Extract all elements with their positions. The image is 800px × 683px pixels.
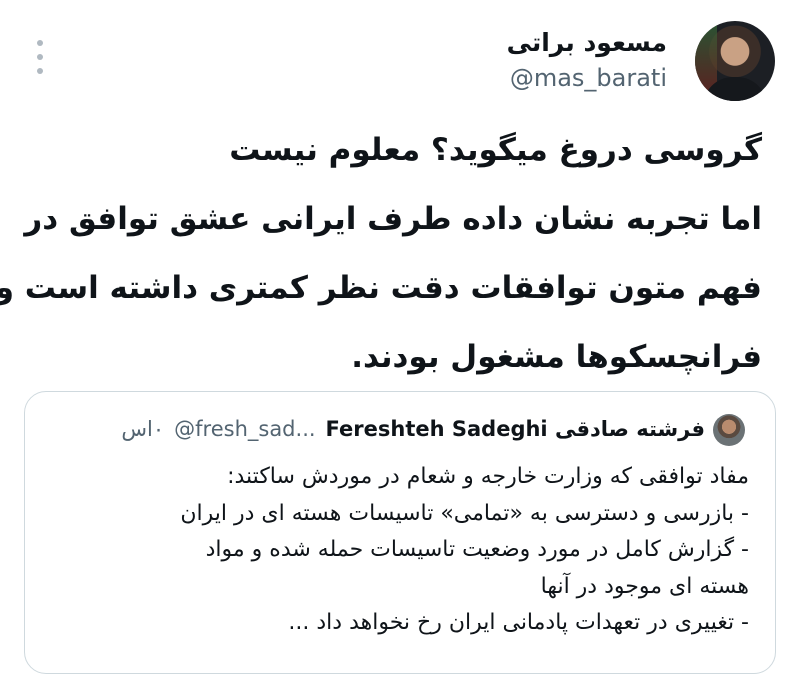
quoted-line: مفاد توافقی که وزارت خارجه و شعام در مور… [227, 464, 749, 489]
quoted-line: - تغییری در تعهدات پادمانی ایران رخ نخوا… [288, 610, 749, 635]
author-handle[interactable]: @mas_barati [510, 64, 667, 92]
quoted-line: هسته ای موجود در آنها [540, 573, 749, 599]
quoted-author-handle: @fresh_sad... [174, 417, 316, 441]
quoted-author-name: فرشته صادقی Fereshteh Sadeghi [325, 417, 705, 441]
more-dot [37, 68, 43, 74]
tweet-line: گروسی دروغ میگوید؟ معلوم نیست [229, 132, 762, 168]
more-options-icon[interactable] [30, 40, 50, 74]
tweet-line: فهم متون توافقات دقت نظر کمتری داشته است… [0, 270, 762, 306]
quoted-tweet-header: فرشته صادقی Fereshteh Sadeghi @fresh_sad… [121, 414, 705, 444]
quoted-author-avatar [713, 414, 745, 446]
tweet-line: فرانچسکوها مشغول بودند. [351, 339, 762, 375]
more-dot [37, 40, 43, 46]
quoted-tweet-time: ۰اس [121, 417, 165, 441]
quoted-line: - بازرسی و دسترسی به «تمامی» تاسیسات هست… [180, 500, 749, 526]
quoted-tweet-text: مفاد توافقی که وزارت خارجه و شعام در مور… [49, 459, 749, 642]
author-avatar[interactable] [695, 21, 775, 101]
tweet-card: مسعود براتی @mas_barati گروسی دروغ میگوی… [0, 0, 800, 683]
quoted-tweet[interactable]: فرشته صادقی Fereshteh Sadeghi @fresh_sad… [24, 391, 776, 674]
quoted-line: - گزارش کامل در مورد وضعیت تاسیسات حمله … [205, 537, 749, 562]
tweet-line: اما تجربه نشان داده طرف ایرانی عشق توافق… [24, 201, 762, 237]
author-display-name[interactable]: مسعود براتی [507, 28, 667, 57]
more-dot [37, 54, 43, 60]
tweet-text: گروسی دروغ میگوید؟ معلوم نیست اما تجربه … [0, 116, 762, 392]
